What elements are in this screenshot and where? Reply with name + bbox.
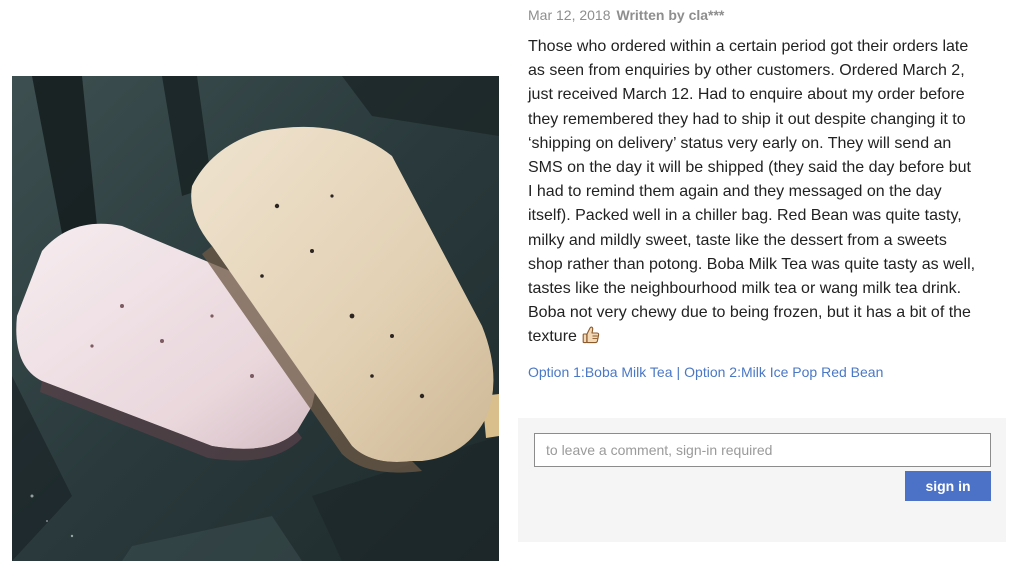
review-line: they remembered they had to ship it out … [528, 110, 966, 128]
review-line-last: texture [528, 325, 1008, 349]
option-2-link[interactable]: Option 2:Milk Ice Pop Red Bean [684, 364, 883, 380]
review-line: Those who ordered within a certain perio… [528, 38, 969, 55]
review-line: tastes like the neighbourhood milk tea o… [528, 280, 962, 298]
review-line: I had to remind them again and they mess… [528, 183, 942, 201]
review-body: Those who ordered within a certain perio… [528, 35, 1008, 350]
thumbs-up-icon [581, 325, 601, 345]
options-separator: | [676, 364, 681, 380]
review-line: itself). Packed well in a chiller bag. R… [528, 207, 962, 225]
review-line-text: texture [528, 328, 577, 346]
review-line: just received March 12. Had to enquire a… [528, 86, 965, 104]
review-line: shop rather than potong. Boba Milk Tea w… [528, 255, 976, 273]
review-photo[interactable] [12, 76, 499, 561]
comment-panel: sign in [518, 418, 1006, 542]
review-line: ‘shipping on delivery’ status very early… [528, 134, 952, 152]
review-date: Mar 12, 2018 [528, 7, 611, 23]
comment-input[interactable] [534, 433, 991, 467]
review-line: SMS on the day it will be shipped (they … [528, 159, 971, 177]
review-line: milky and mildly sweet, taste like the d… [528, 231, 947, 249]
review-line: Boba not very chewy due to being frozen,… [528, 304, 971, 322]
sign-in-button[interactable]: sign in [905, 471, 991, 501]
review-page: Mar 12, 2018 Written by cla*** Those who … [0, 0, 1024, 581]
review-meta: Mar 12, 2018 Written by cla*** [528, 6, 724, 24]
option-1-link[interactable]: Option 1:Boba Milk Tea [528, 364, 673, 380]
review-author: Written by cla*** [616, 7, 725, 23]
ice-pop-photo-image [12, 76, 499, 561]
purchase-options: Option 1:Boba Milk Tea | Option 2:Milk Ice… [528, 363, 883, 381]
review-line: as seen from enquiries by other customer… [528, 62, 965, 80]
